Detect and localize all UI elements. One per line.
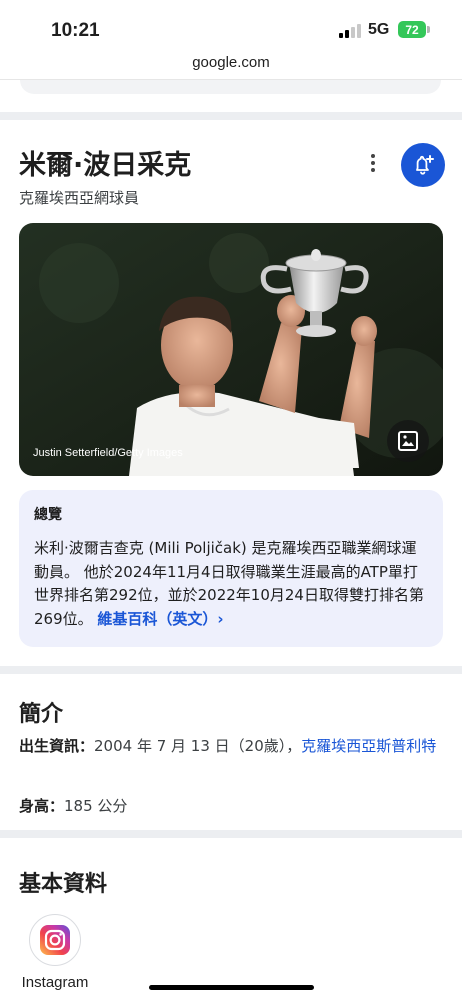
birth-label: 出生資訊： bbox=[19, 737, 95, 755]
network-type: 5G bbox=[368, 21, 390, 38]
instagram-label: Instagram bbox=[21, 974, 89, 991]
section-divider bbox=[0, 666, 462, 674]
entity-title: 米爾·波日采克 bbox=[19, 150, 192, 181]
wikipedia-link[interactable]: 維基百科（英文）› bbox=[97, 610, 223, 628]
entity-subtitle: 克羅埃西亞網球員 bbox=[19, 189, 140, 207]
more-vert-icon bbox=[371, 154, 375, 158]
height-label: 身高： bbox=[19, 797, 65, 815]
instagram-icon bbox=[40, 925, 70, 955]
overview-text: 米利·波爾吉查克 (Mili Poljičak) 是克羅埃西亞職業網球運動員。 … bbox=[34, 537, 428, 631]
bell-plus-icon bbox=[416, 155, 434, 175]
follow-button[interactable] bbox=[401, 143, 445, 187]
trophy-photo-illustration bbox=[19, 223, 443, 476]
clock: 10:21 bbox=[51, 20, 100, 41]
intro-heading: 簡介 bbox=[19, 702, 64, 727]
instagram-icon-wrap bbox=[29, 914, 81, 966]
birth-place-link[interactable]: 克羅埃西亞斯普利特 bbox=[301, 737, 436, 755]
battery-cap bbox=[427, 26, 430, 33]
image-icon bbox=[398, 431, 418, 451]
image-credit: Justin Setterfield/Getty Images bbox=[33, 447, 183, 459]
home-indicator[interactable] bbox=[149, 985, 314, 990]
more-options-button[interactable] bbox=[362, 150, 384, 176]
section-divider bbox=[0, 112, 462, 120]
status-bar: 10:21 5G 72 bbox=[0, 0, 462, 50]
basics-heading: 基本資料 bbox=[19, 872, 108, 897]
previous-card-edge bbox=[20, 80, 441, 94]
overview-card: 總覽 米利·波爾吉查克 (Mili Poljičak) 是克羅埃西亞職業網球運動… bbox=[19, 490, 443, 647]
view-images-button[interactable] bbox=[387, 420, 429, 462]
player-photo[interactable]: Justin Setterfield/Getty Images bbox=[19, 223, 443, 476]
height-value: 185 公分 bbox=[64, 797, 128, 815]
section-divider bbox=[0, 830, 462, 838]
signal-icon bbox=[339, 24, 361, 38]
url-bar[interactable]: google.com bbox=[0, 54, 462, 80]
battery-level: 72 bbox=[405, 22, 419, 37]
birth-value: 2004 年 7 月 13 日（20歲）， bbox=[94, 737, 302, 755]
overview-title: 總覽 bbox=[34, 507, 62, 523]
battery-icon: 72 bbox=[398, 21, 426, 38]
birth-info: 出生資訊：2004 年 7 月 13 日（20歲），克羅埃西亞斯普利特 bbox=[19, 733, 444, 759]
height-info: 身高：185 公分 bbox=[19, 793, 444, 819]
instagram-profile-link[interactable]: Instagram bbox=[15, 914, 95, 991]
